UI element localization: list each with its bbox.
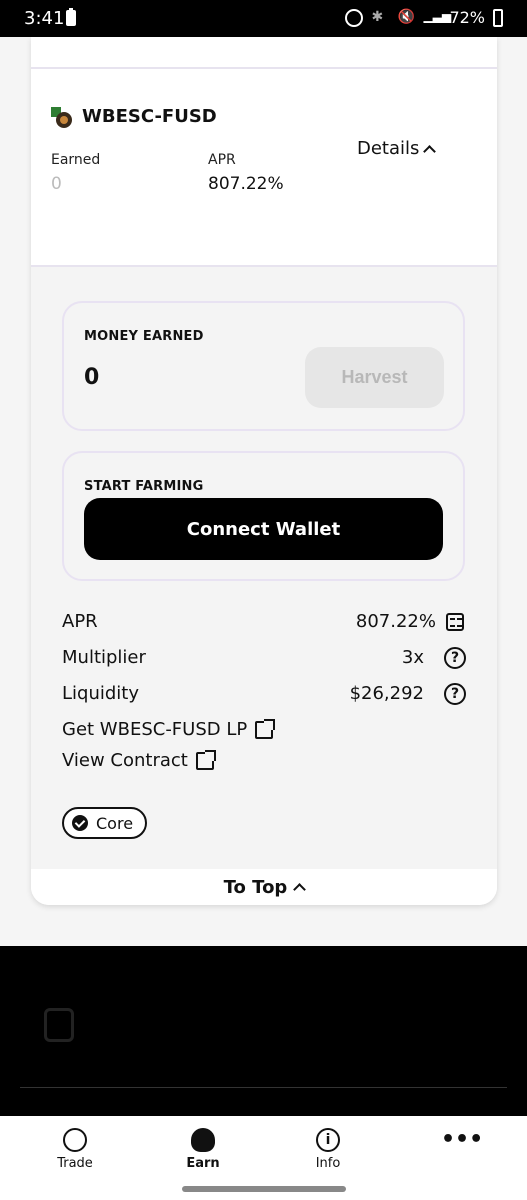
- liquidity-value: $26,292: [349, 683, 424, 704]
- harvest-button[interactable]: Harvest: [305, 347, 444, 408]
- battery-icon: [493, 8, 503, 27]
- multiplier-row: Multiplier 3x ?: [62, 647, 466, 673]
- connect-wallet-button[interactable]: Connect Wallet: [84, 498, 443, 560]
- multiplier-label: Multiplier: [62, 647, 146, 668]
- status-time: 3:41: [24, 8, 65, 29]
- footer-divider: [20, 1087, 507, 1088]
- stat-apr-label: APR: [62, 611, 98, 632]
- liquidity-label: Liquidity: [62, 683, 140, 704]
- external-link-icon: [195, 749, 216, 770]
- mute-icon: 🔇: [397, 8, 415, 25]
- details-label: Details: [357, 138, 420, 159]
- nav-info-label: Info: [315, 1156, 341, 1171]
- footer: [0, 946, 527, 1116]
- help-icon[interactable]: ?: [444, 647, 466, 669]
- view-contract-link[interactable]: View Contract: [62, 749, 216, 771]
- money-earned-title: MONEY EARNED: [84, 329, 204, 344]
- core-badge-label: Core: [96, 813, 134, 833]
- status-bar: 3:41 ✱ 🔇 ▁▃▅ 72%: [0, 0, 527, 37]
- earned-value: 0: [51, 174, 62, 194]
- trade-icon: [63, 1128, 87, 1152]
- info-icon: i: [316, 1128, 340, 1152]
- view-contract-label: View Contract: [62, 750, 188, 771]
- farm-card: WBESC-FUSD Earned 0 APR 807.22% Details …: [31, 37, 497, 905]
- status-icons: ✱ 🔇 ▁▃▅ 72%: [345, 8, 503, 27]
- battery-percent: 72%: [449, 8, 485, 27]
- details-section: MONEY EARNED 0 Harvest START FARMING Con…: [31, 265, 497, 869]
- pair-name: WBESC-FUSD: [82, 106, 217, 127]
- apr-label: APR: [208, 152, 236, 168]
- liquidity-row: Liquidity $26,292 ?: [62, 683, 466, 709]
- start-farming-panel: START FARMING Connect Wallet: [62, 451, 465, 581]
- start-farming-title: START FARMING: [84, 479, 204, 494]
- help-icon[interactable]: ?: [444, 683, 466, 705]
- core-badge: Core: [62, 807, 148, 839]
- nav-trade[interactable]: Trade: [25, 1128, 125, 1171]
- nav-earn[interactable]: Earn: [153, 1128, 253, 1171]
- apr-row: APR 807.22%: [62, 611, 466, 637]
- logo-icon: [44, 1008, 74, 1042]
- card-top-strip: [31, 37, 497, 69]
- token-pair-icon: [51, 107, 72, 128]
- money-earned-value: 0: [84, 365, 100, 390]
- to-top-label: To Top: [223, 876, 288, 898]
- to-top-button[interactable]: To Top: [31, 869, 497, 905]
- multiplier-value: 3x: [401, 647, 424, 668]
- battery-saver-icon: [66, 8, 76, 26]
- external-link-icon: [255, 718, 276, 739]
- get-lp-label: Get WBESC-FUSD LP: [62, 719, 248, 740]
- chevron-up-icon: [423, 144, 437, 158]
- verified-check-icon: [72, 815, 88, 831]
- money-bag-icon: [191, 1128, 215, 1152]
- data-saver-icon: [345, 8, 364, 27]
- nav-earn-label: Earn: [186, 1156, 220, 1171]
- money-earned-panel: MONEY EARNED 0 Harvest: [62, 301, 465, 431]
- apr-value: 807.22%: [208, 174, 284, 194]
- nav-trade-label: Trade: [57, 1156, 93, 1171]
- nav-info[interactable]: i Info: [278, 1128, 378, 1171]
- calculator-icon[interactable]: [446, 613, 464, 631]
- stat-apr-value: 807.22%: [355, 611, 436, 632]
- chevron-up-icon: [293, 883, 307, 896]
- home-indicator[interactable]: [182, 1186, 346, 1192]
- nav-more[interactable]: •••: [403, 1128, 503, 1156]
- details-toggle[interactable]: Details: [357, 138, 437, 159]
- get-lp-link[interactable]: Get WBESC-FUSD LP: [62, 718, 276, 740]
- signal-icon: ▁▃▅: [423, 8, 452, 23]
- earned-label: Earned: [51, 152, 101, 168]
- bluetooth-icon: ✱: [371, 8, 384, 25]
- more-icon: •••: [441, 1127, 484, 1152]
